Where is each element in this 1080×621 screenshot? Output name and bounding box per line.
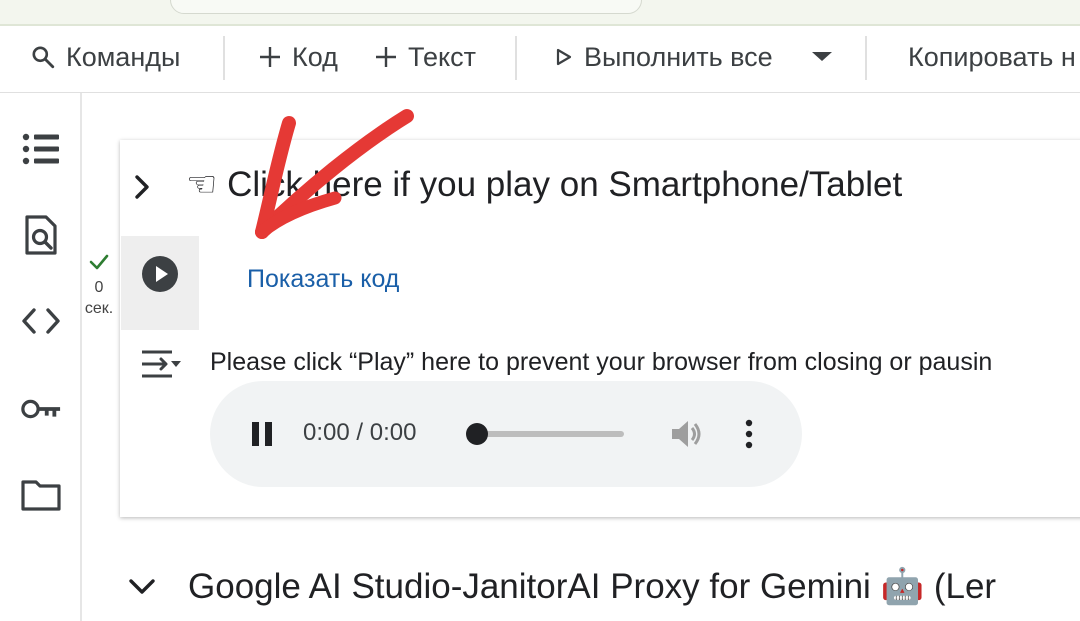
pause-button[interactable] (250, 420, 274, 448)
code-snippets-icon[interactable] (20, 300, 62, 342)
toolbar-divider (865, 36, 867, 80)
files-folder-icon[interactable] (20, 474, 62, 516)
chevron-right-icon[interactable] (128, 172, 156, 202)
add-code-button[interactable]: Код (258, 26, 338, 88)
plus-icon (374, 45, 398, 69)
secrets-key-icon[interactable] (20, 388, 62, 430)
toolbar-divider (515, 36, 517, 80)
execution-status: 0 сек. (82, 253, 116, 319)
address-bar-edge (170, 0, 642, 14)
show-code-link[interactable]: Показать код (247, 265, 399, 294)
notebook-toolbar: Команды Код Текст Выполнить все Копирова… (0, 26, 1080, 93)
execution-time-value: 0 (94, 279, 104, 296)
commands-button[interactable]: Команды (30, 26, 180, 88)
browser-top-strip (0, 0, 1080, 26)
add-text-button[interactable]: Текст (374, 26, 476, 88)
run-all-button[interactable]: Выполнить все (554, 26, 773, 88)
audio-time: 0:00 / 0:00 (303, 419, 417, 446)
checkmark-icon (82, 253, 116, 277)
cell-title: ☜ Click here if you play on Smartphone/T… (186, 165, 903, 204)
add-code-label: Код (292, 41, 338, 72)
commands-label: Команды (66, 41, 181, 72)
left-sidebar (0, 93, 82, 621)
output-instruction-text: Please click “Play” here to prevent your… (210, 348, 993, 376)
volume-icon[interactable] (670, 418, 704, 450)
audio-seek-track[interactable] (476, 431, 624, 437)
audio-seek-knob[interactable] (466, 423, 488, 445)
execution-time-unit: сек. (84, 300, 114, 317)
output-actions-icon[interactable] (138, 346, 184, 386)
chevron-down-icon (808, 42, 836, 73)
add-text-label: Текст (408, 41, 476, 72)
table-of-contents-icon[interactable] (20, 128, 62, 170)
toolbar-divider (223, 36, 225, 80)
copy-label: Копировать н (908, 41, 1076, 72)
run-all-dropdown[interactable] (808, 26, 836, 88)
play-outline-icon (554, 47, 574, 67)
copy-to-drive-button[interactable]: Копировать н (908, 26, 1076, 88)
section-title: Google AI Studio-JanitorAI Proxy for Gem… (188, 567, 997, 606)
run-all-label: Выполнить все (584, 41, 773, 72)
find-in-files-icon[interactable] (20, 214, 62, 256)
run-cell-button[interactable] (142, 256, 178, 292)
chevron-down-icon[interactable] (126, 574, 158, 600)
search-icon (30, 44, 56, 70)
plus-icon (258, 45, 282, 69)
more-options-icon[interactable] (744, 418, 754, 450)
